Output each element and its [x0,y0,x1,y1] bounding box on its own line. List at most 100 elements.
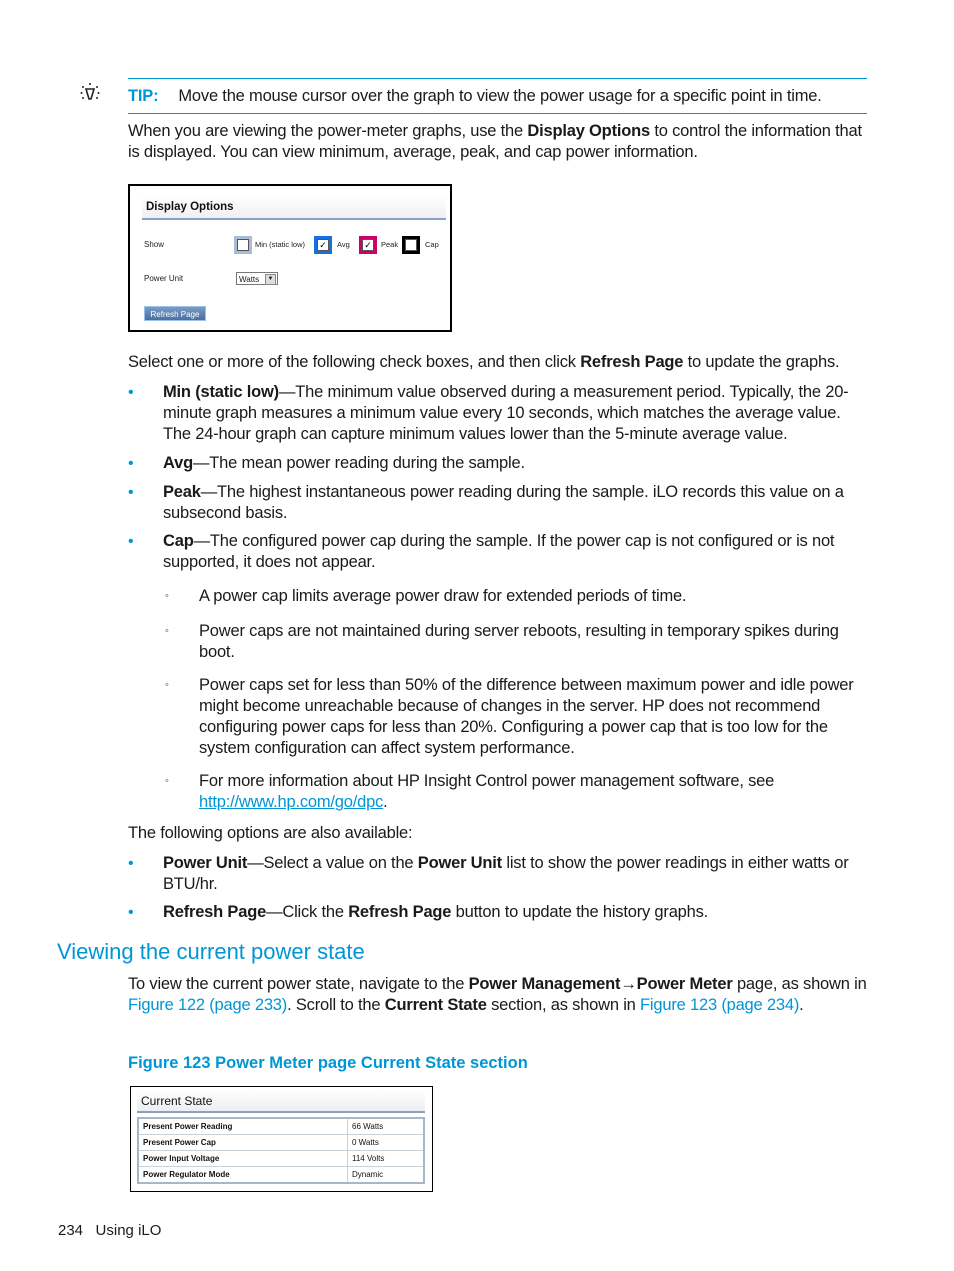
row-key: Present Power Cap [137,1134,348,1151]
row-value: 114 Volts [347,1150,425,1167]
bullet-icon: • [128,384,134,401]
figure-122-link[interactable]: Figure 122 (page 233) [128,996,287,1014]
options-paragraph: The following options are also available… [128,824,413,842]
list-item-cap: Cap—The configured power cap during the … [163,531,871,573]
sub-list-item: For more information about HP Insight Co… [199,771,871,813]
hp-dpc-link[interactable]: http://www.hp.com/go/dpc [199,793,383,811]
footer-section: Using iLO [95,1222,162,1239]
row-key: Present Power Reading [137,1117,348,1135]
text: —Click the [266,903,349,921]
figure-caption: Figure 123 Power Meter page Current Stat… [128,1054,528,1072]
current-state-title: Current State [137,1089,425,1113]
peak-checkbox[interactable]: ✓ [362,239,374,251]
power-unit-label: Power Unit [144,274,184,283]
min-checkbox-swatch[interactable] [234,236,252,254]
bullet-icon: • [128,455,134,472]
power-unit-select[interactable]: Watts ▼ [236,272,278,285]
display-options-figure: Display Options Show Min (static low) ✓ … [128,184,452,332]
bold-term: Power Unit [163,854,248,872]
list-item-avg: Avg—The mean power reading during the sa… [163,453,871,474]
bold-term: Avg [163,454,193,472]
select-paragraph: Select one or more of the following chec… [128,352,873,373]
sub-bullet-icon: ◦ [165,625,169,637]
peak-checkbox-swatch[interactable]: ✓ [359,236,377,254]
lightbulb-icon [80,82,100,104]
bold-term: Refresh Page [580,353,684,371]
text: When you are viewing the power-meter gra… [128,122,528,140]
table-row: Power Regulator Mode Dynamic [137,1166,425,1184]
sub-list-item: A power cap limits average power draw fo… [199,587,687,605]
text: For more information about HP Insight Co… [199,772,775,790]
sub-list-item: Power caps set for less than 50% of the … [199,676,854,757]
row-value: 66 Watts [347,1117,425,1135]
bold-term: Peak [163,483,201,501]
bold-term: Power Management [468,975,621,993]
text: —Select a value on the [247,854,418,872]
text: page, as shown in [732,975,867,993]
text: . [799,996,804,1014]
table-row: Power Input Voltage 114 Volts [137,1150,425,1167]
current-state-figure: Current State Present Power Reading 66 W… [130,1086,433,1192]
avg-checkbox-swatch[interactable]: ✓ [314,236,332,254]
peak-checkbox-label: Peak [381,240,399,249]
text: —The highest instantaneous power reading… [163,483,844,522]
sub-bullet-icon: ◦ [165,679,169,691]
sub-bullet-icon: ◦ [165,590,169,602]
show-label: Show [144,240,165,249]
text: button to update the history graphs. [451,903,709,921]
sub-list-item: Power caps are not maintained during ser… [199,622,839,661]
row-value: Dynamic [347,1166,425,1184]
list-item-power-unit: Power Unit—Select a value on the Power U… [163,853,871,895]
bold-term: Refresh Page [163,903,267,921]
intro-paragraph: When you are viewing the power-meter gra… [128,121,873,163]
text: . Scroll to the [287,996,385,1014]
section-heading: Viewing the current power state [57,939,365,964]
bold-term: Min (static low) [163,383,279,401]
display-options-title: Display Options [142,196,446,220]
figure-123-link[interactable]: Figure 123 (page 234) [640,996,799,1014]
cap-checkbox[interactable] [405,239,417,251]
power-unit-value: Watts [239,275,260,284]
page-footer: 234 Using iLO [58,1222,161,1239]
bullet-icon: • [128,904,134,921]
cap-checkbox-label: Cap [425,240,439,249]
tip-text: Move the mouse cursor over the graph to … [178,87,822,105]
list-item-refresh-page: Refresh Page—Click the Refresh Page butt… [163,902,871,923]
page-number: 234 [58,1222,84,1239]
text: section, as shown in [486,996,641,1014]
bullet-icon: • [128,533,134,550]
cap-checkbox-swatch[interactable] [402,236,420,254]
text: —The mean power reading during the sampl… [192,454,525,472]
avg-checkbox-label: Avg [337,240,350,249]
tip-label: TIP: [128,87,159,105]
section-paragraph: To view the current power state, navigat… [128,974,873,1016]
tip-rule-top [128,78,867,79]
table-row: Present Power Cap 0 Watts [137,1134,425,1151]
text: . [383,793,388,811]
bold-term: Current State [384,996,487,1014]
avg-checkbox[interactable]: ✓ [317,239,329,251]
list-item-peak: Peak—The highest instantaneous power rea… [163,482,871,524]
text: Select one or more of the following chec… [128,353,581,371]
bold-term: Display Options [527,122,650,140]
text: —The configured power cap during the sam… [163,532,835,571]
min-checkbox[interactable] [237,239,249,251]
bold-term: Cap [163,532,194,550]
tip-rule-bottom [128,113,867,114]
min-checkbox-label: Min (static low) [255,240,306,249]
row-key: Power Regulator Mode [137,1166,348,1184]
bullet-icon: • [128,484,134,501]
text: to update the graphs. [683,353,840,371]
refresh-page-button[interactable]: Refresh Page [144,306,206,321]
list-item-min: Min (static low)—The minimum value obser… [163,382,871,445]
text: To view the current power state, navigat… [128,975,469,993]
row-key: Power Input Voltage [137,1150,348,1167]
bold-term: Power Meter [636,975,733,993]
current-state-table: Present Power Reading 66 Watts Present P… [137,1117,425,1184]
sub-bullet-icon: ◦ [165,775,169,787]
dropdown-arrow-icon[interactable]: ▼ [265,274,276,285]
bullet-icon: • [128,855,134,872]
tip-note: TIP: Move the mouse cursor over the graph… [128,86,873,107]
table-row: Present Power Reading 66 Watts [137,1117,425,1135]
bold-term: Power Unit [417,854,502,872]
